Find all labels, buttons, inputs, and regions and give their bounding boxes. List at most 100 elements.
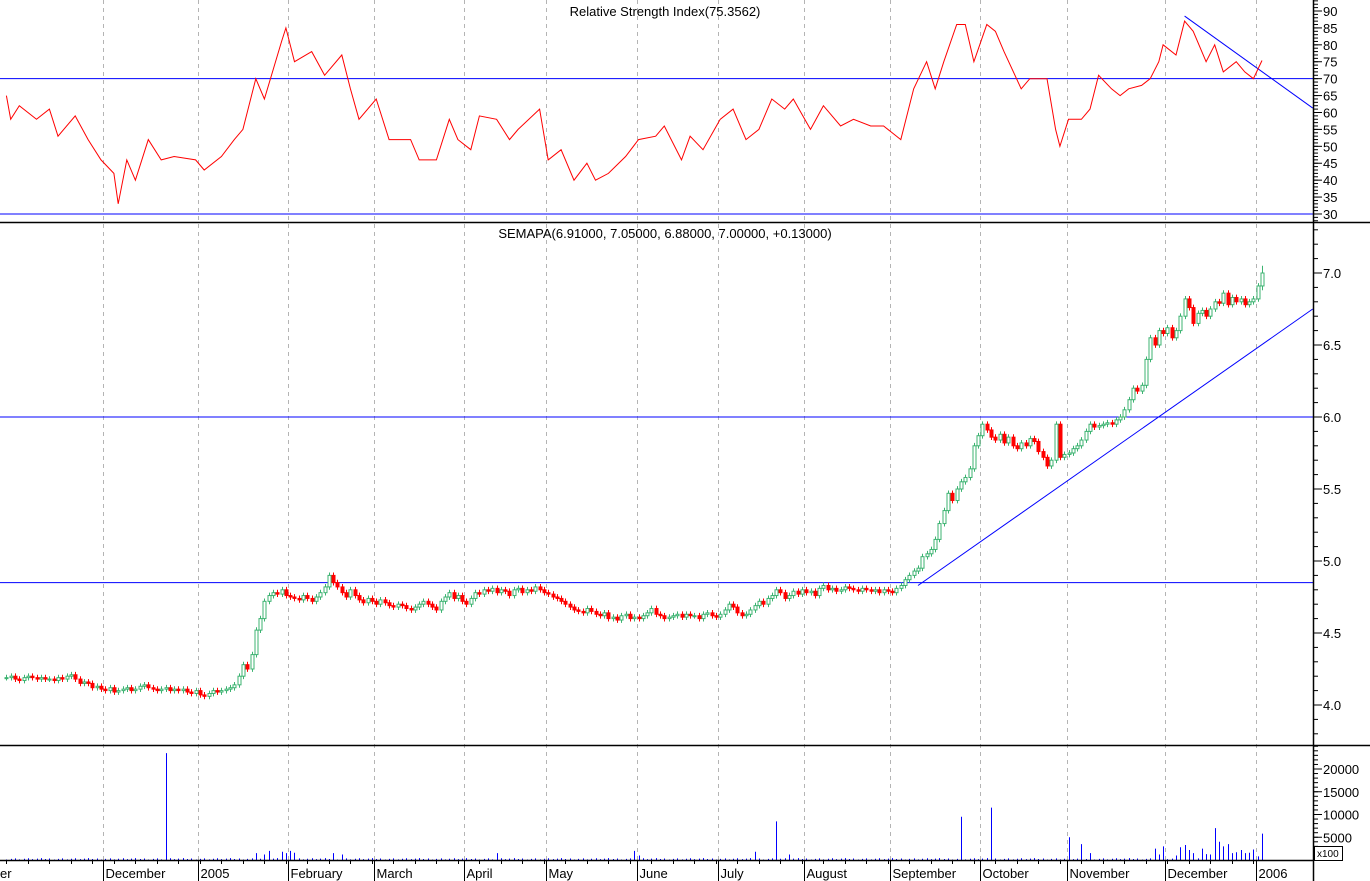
candle xyxy=(151,684,156,693)
candle xyxy=(985,421,990,433)
candle-body xyxy=(314,596,319,602)
candle xyxy=(73,671,78,682)
candle-body xyxy=(391,605,396,608)
candle-body xyxy=(1144,358,1149,386)
candle-body xyxy=(318,592,323,598)
candle-body xyxy=(1196,312,1201,324)
candle-body xyxy=(671,615,676,618)
month-label: 2005 xyxy=(201,866,230,881)
candle xyxy=(671,612,676,621)
candle-body xyxy=(899,584,904,589)
candle xyxy=(1075,442,1080,452)
candle xyxy=(589,605,594,615)
candle-body xyxy=(1243,298,1248,306)
candle-body xyxy=(258,618,263,631)
candle-body xyxy=(1161,330,1166,334)
candle-body xyxy=(69,674,74,677)
candle-body xyxy=(589,608,594,612)
candle-body xyxy=(735,606,740,614)
candle xyxy=(813,588,818,599)
candle xyxy=(383,597,388,606)
candle xyxy=(1217,298,1222,307)
candle-body xyxy=(770,595,775,599)
candle xyxy=(275,589,280,597)
candle xyxy=(503,586,508,595)
candle xyxy=(538,584,543,593)
candle-body xyxy=(821,584,826,589)
candle-body xyxy=(692,615,697,618)
candle xyxy=(310,595,315,605)
candle xyxy=(297,595,302,603)
candle-body xyxy=(723,609,728,615)
candle-body xyxy=(783,592,788,599)
candle-body xyxy=(649,608,654,614)
candle xyxy=(1256,283,1261,302)
candle-body xyxy=(477,592,482,595)
candle xyxy=(796,588,801,597)
candle xyxy=(194,687,199,697)
candle-body xyxy=(516,587,521,591)
candle-body xyxy=(155,688,160,692)
candle xyxy=(366,595,371,606)
candle-body xyxy=(542,589,547,594)
candle xyxy=(344,589,349,600)
candle-body xyxy=(929,548,934,555)
candle-body xyxy=(421,600,426,605)
candle-body xyxy=(839,589,844,592)
candle-body xyxy=(357,595,362,601)
candle xyxy=(774,586,779,599)
candle xyxy=(1161,327,1166,337)
candle xyxy=(632,614,637,622)
candle-body xyxy=(1217,301,1222,304)
candle xyxy=(9,673,14,681)
candle xyxy=(731,601,736,610)
month-label: February xyxy=(291,866,344,881)
candle xyxy=(1170,324,1175,341)
candle-body xyxy=(13,675,18,680)
candle xyxy=(834,585,839,595)
candle xyxy=(856,586,861,595)
volume-axis-tick-label: 15000 xyxy=(1323,785,1359,800)
candle-body xyxy=(348,589,353,598)
candle-body xyxy=(809,590,814,594)
candle xyxy=(894,585,899,596)
candle xyxy=(624,611,629,619)
candle-body xyxy=(1170,327,1175,339)
rsi-axis-tick-label: 60 xyxy=(1323,105,1337,120)
candle-body xyxy=(1148,337,1153,360)
candle xyxy=(998,431,1003,443)
candle-body xyxy=(439,600,444,611)
candle xyxy=(250,651,255,672)
candle-body xyxy=(164,687,169,690)
candle-body xyxy=(215,690,220,693)
candle xyxy=(335,579,340,590)
candle-body xyxy=(598,613,603,617)
candle-body xyxy=(4,677,9,680)
candle-body xyxy=(1105,422,1110,425)
candle xyxy=(1032,435,1037,445)
candle-body xyxy=(116,690,121,693)
candle xyxy=(821,582,826,592)
candle xyxy=(301,592,306,603)
candle xyxy=(387,599,392,609)
candle-body xyxy=(757,600,762,607)
candle-body xyxy=(645,612,650,617)
candle xyxy=(688,611,693,619)
candle-body xyxy=(890,590,895,594)
candle-body xyxy=(447,592,452,598)
candle xyxy=(529,586,534,595)
candle xyxy=(701,611,706,622)
candle xyxy=(903,576,908,589)
candle-body xyxy=(142,684,147,687)
candle-body xyxy=(430,603,435,608)
candle xyxy=(1062,451,1067,461)
candle-body xyxy=(1208,308,1213,317)
candle xyxy=(1127,396,1132,413)
candle-body xyxy=(804,589,809,594)
candle-body xyxy=(1234,296,1239,303)
candle xyxy=(606,609,611,622)
candle xyxy=(757,598,762,609)
candle xyxy=(512,586,517,599)
candle xyxy=(710,609,715,619)
candle-body xyxy=(985,423,990,431)
